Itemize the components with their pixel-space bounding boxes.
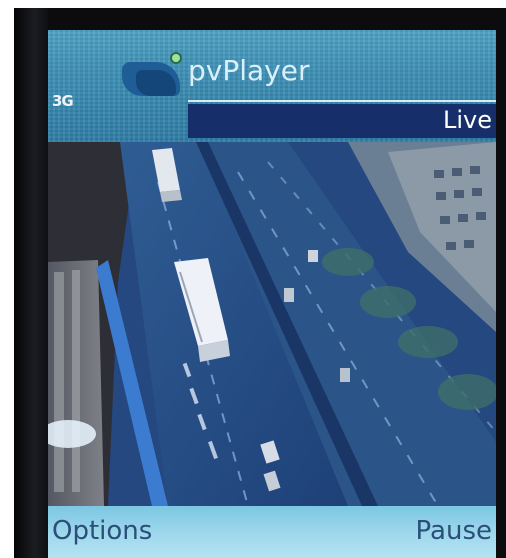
network-status-indicator: 3G [52,92,74,110]
live-label: Live [442,106,492,134]
title-divider [188,100,496,102]
logo-shape-inner [136,70,176,96]
logo-dot [170,52,182,64]
softkey-bar: Options Pause [48,506,496,558]
pvplayer-logo-icon [122,52,184,98]
player-screen: 3G pvPlayer Live Options Pause [48,30,496,558]
video-content [48,142,496,506]
options-softkey[interactable]: Options [52,516,152,546]
app-title: pvPlayer [188,54,310,87]
live-status-bar: Live [188,104,496,138]
facade-stripe [54,272,64,492]
pause-softkey[interactable]: Pause [416,516,492,546]
video-frame[interactable] [48,142,496,506]
phone-bezel-edge [14,8,48,558]
facade-stripe [72,270,80,492]
player-header: 3G pvPlayer Live [48,30,496,142]
